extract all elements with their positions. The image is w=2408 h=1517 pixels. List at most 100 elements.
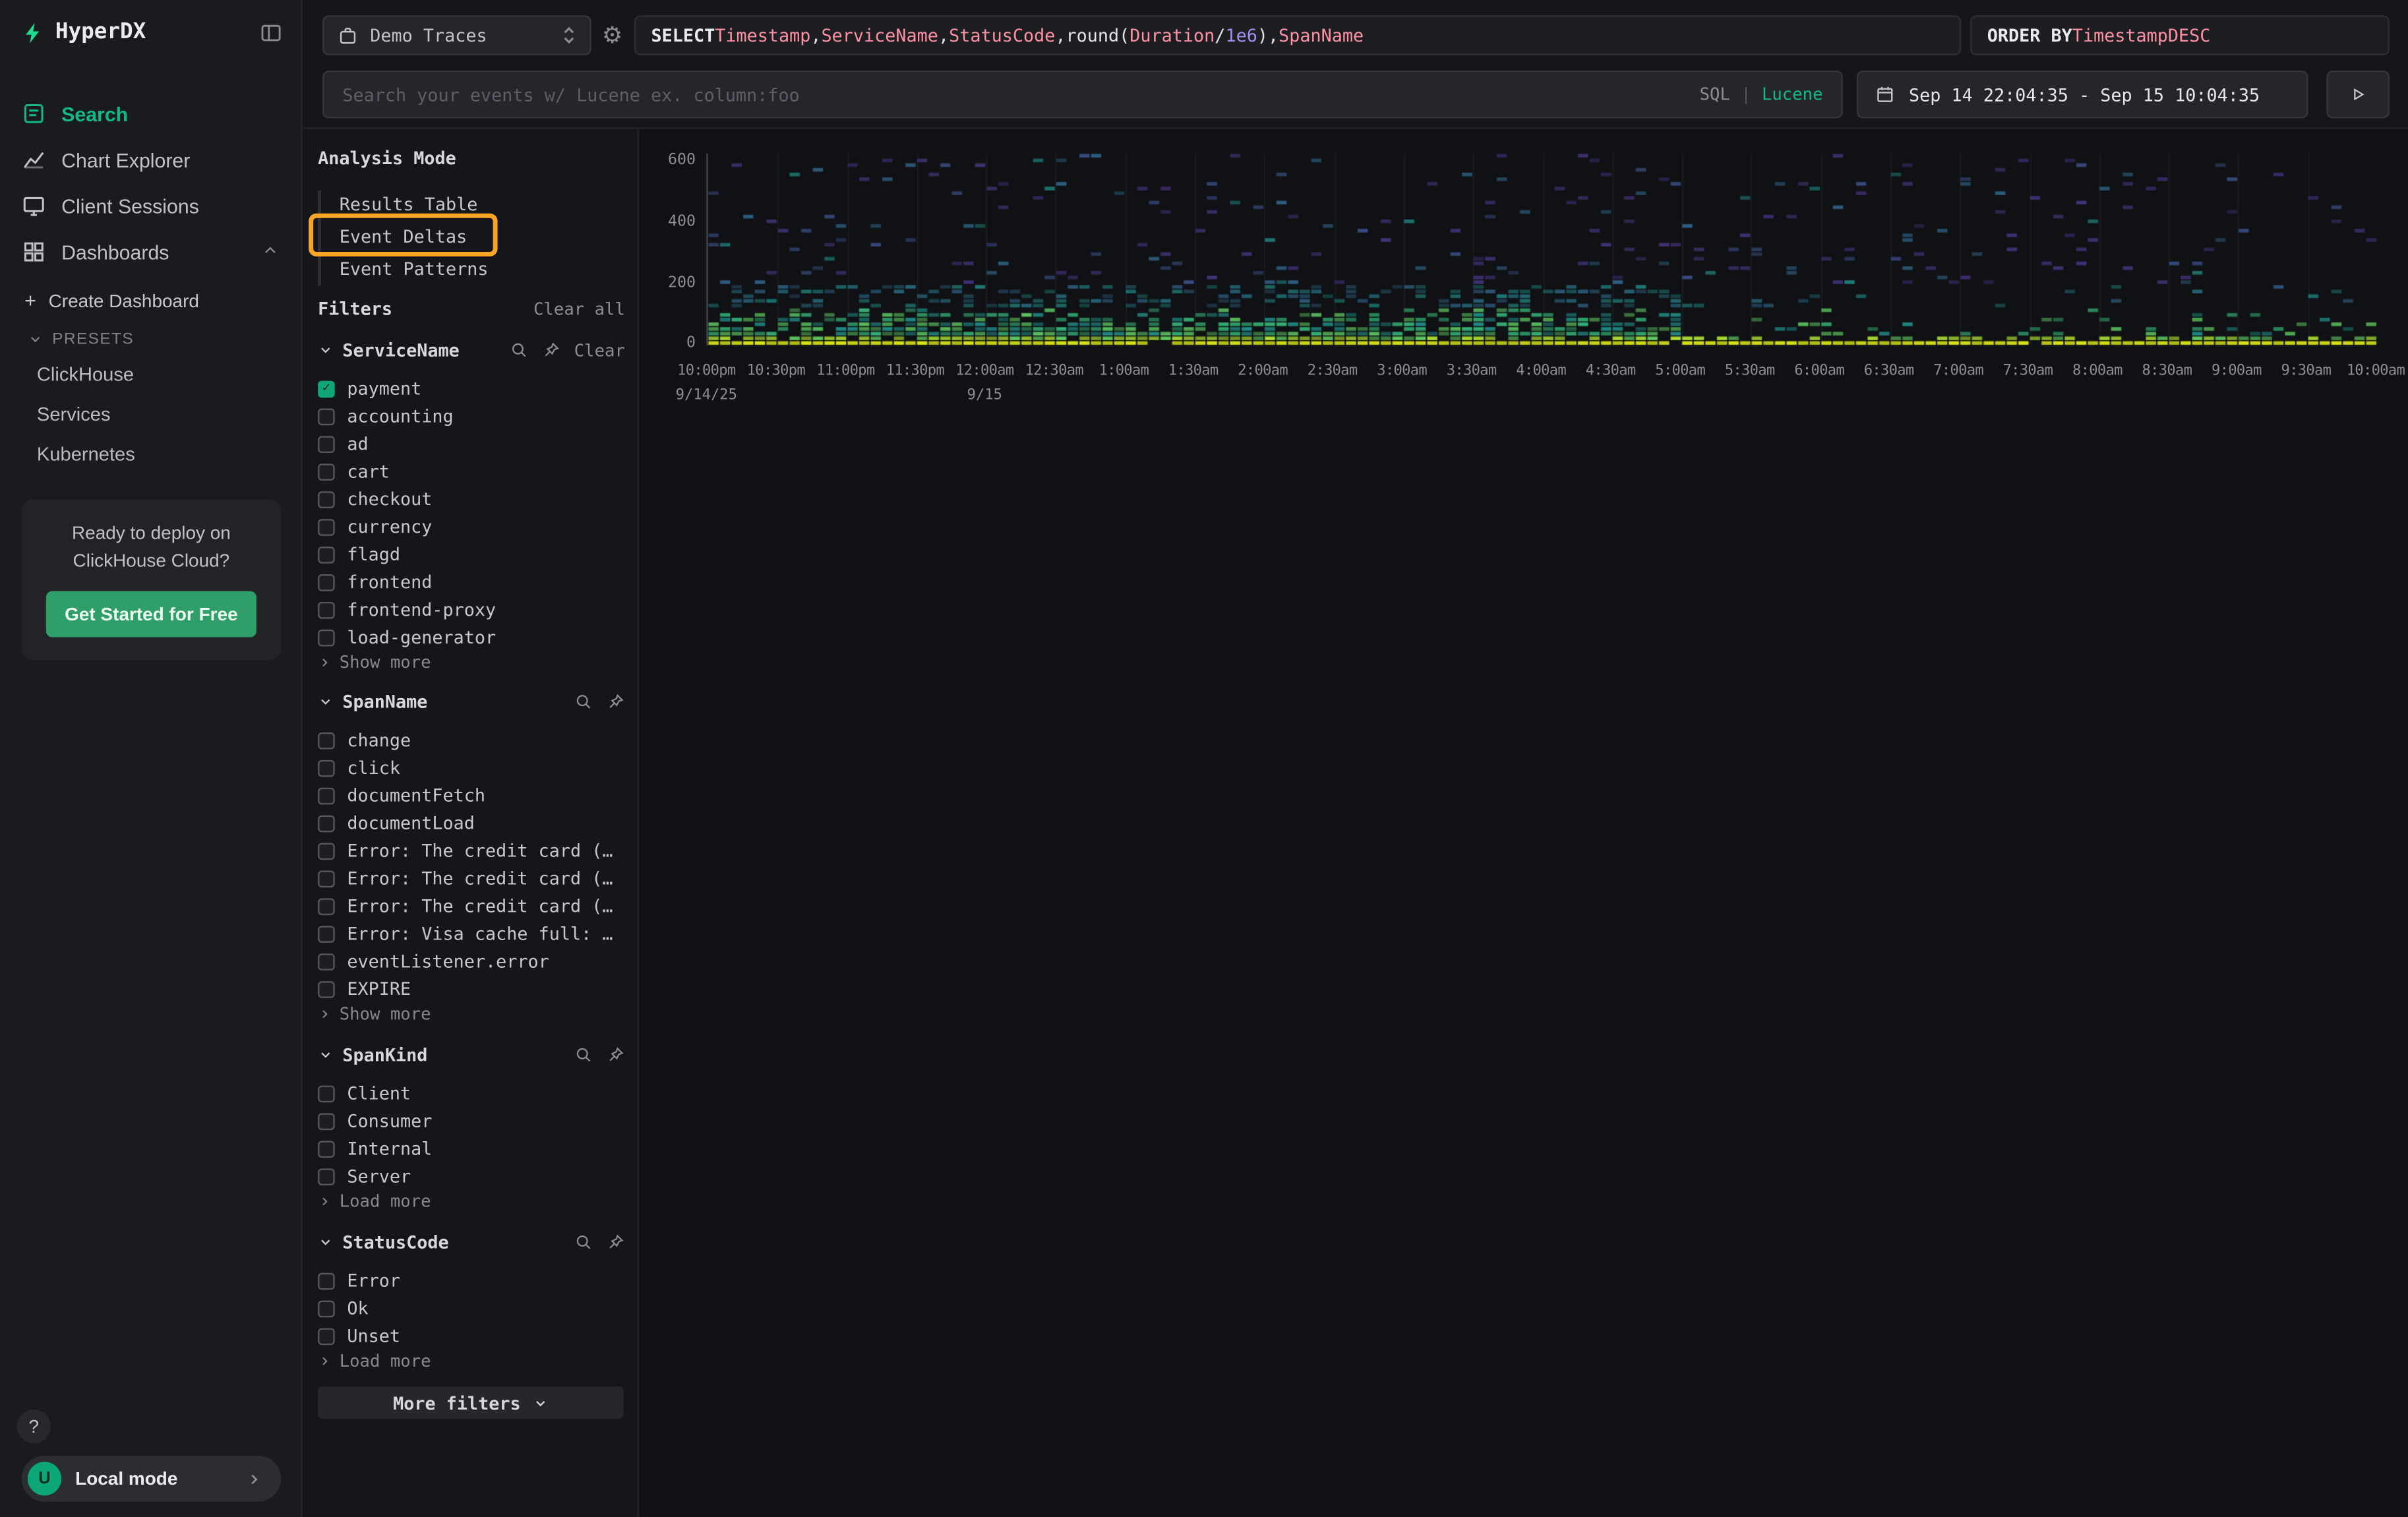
filter-section-spankind[interactable]: SpanKind [318,1044,625,1066]
source-select[interactable]: Demo Traces [322,15,591,55]
analysis-mode-event-deltas[interactable]: Event Deltas [324,220,624,252]
pin-icon[interactable] [542,341,560,359]
filter-option-server[interactable]: Server [318,1164,625,1188]
pin-icon[interactable] [607,692,625,711]
filter-option-expire[interactable]: EXPIRE [318,976,625,1001]
filter-option-click[interactable]: click [318,756,625,780]
checkbox[interactable] [318,407,335,425]
filter-option-documentload[interactable]: documentLoad [318,811,625,835]
clear-all-button[interactable]: Clear all [533,299,625,318]
checkbox[interactable] [318,897,335,914]
filter-option-error-the-credit-card[interactable]: Error: The credit card (… [318,893,625,918]
checkbox[interactable] [318,1085,335,1102]
load-more-button[interactable]: Load more [318,1191,431,1211]
sql-toggle[interactable]: SQL [1700,84,1730,104]
get-started-button[interactable]: Get Started for Free [46,591,256,638]
filter-option-payment[interactable]: ✓payment [318,376,625,401]
checkbox[interactable] [318,815,335,832]
presets-toggle[interactable]: PRESETS [0,321,301,355]
checked-checkbox[interactable]: ✓ [318,380,335,397]
show-more-button[interactable]: Show more [318,1004,431,1024]
checkbox[interactable] [318,574,335,591]
analysis-mode-results-table[interactable]: Results Table [324,187,624,220]
checkbox[interactable] [318,1272,335,1290]
checkbox[interactable] [318,518,335,535]
filter-section-servicename[interactable]: ServiceNameClear [318,340,625,361]
pin-icon[interactable] [607,1046,625,1064]
filter-option-documentfetch[interactable]: documentFetch [318,783,625,808]
create-dashboard-button[interactable]: +Create Dashboard [0,275,301,321]
gear-icon[interactable]: ⚙ [602,15,622,55]
more-filters-button[interactable]: More filters [318,1386,623,1419]
filter-option-ad[interactable]: ad [318,431,625,456]
filter-section-statuscode[interactable]: StatusCode [318,1232,625,1253]
search-icon[interactable] [574,692,593,711]
checkbox[interactable] [318,732,335,749]
filter-option-frontend[interactable]: frontend [318,570,625,594]
local-mode-pill[interactable]: U Local mode [22,1456,282,1502]
clear-filter-button[interactable]: Clear [574,340,625,360]
checkbox[interactable] [318,601,335,618]
checkbox[interactable] [318,953,335,970]
checkbox[interactable] [318,1327,335,1344]
checkbox[interactable] [318,1168,335,1185]
filter-option-currency[interactable]: currency [318,514,625,539]
sidebar-item-search[interactable]: Search [0,90,301,136]
sidebar-preset-kubernetes[interactable]: Kubernetes [0,434,301,475]
checkbox[interactable] [318,629,335,646]
sql-select-editor[interactable]: SELECT Timestamp, ServiceName, StatusCod… [634,15,1961,55]
checkbox[interactable] [318,1140,335,1157]
checkbox[interactable] [318,787,335,804]
latency-heatmap-canvas[interactable] [708,154,2378,345]
search-icon[interactable] [574,1046,593,1064]
filter-option-frontend-proxy[interactable]: frontend-proxy [318,597,625,622]
checkbox[interactable] [318,546,335,563]
filter-option-error-the-credit-card[interactable]: Error: The credit card (… [318,839,625,863]
filter-option-eventlistener-error[interactable]: eventListener.error [318,949,625,973]
sidebar-item-chart-explorer[interactable]: Chart Explorer [0,136,301,183]
checkbox[interactable] [318,925,335,942]
show-more-button[interactable]: Show more [318,653,431,672]
analysis-mode-event-patterns[interactable]: Event Patterns [324,252,624,284]
filter-option-error[interactable]: Error [318,1268,625,1293]
run-query-button[interactable] [2326,71,2389,118]
latency-heatmap-plot[interactable] [706,154,2377,345]
checkbox[interactable] [318,491,335,508]
lucene-toggle[interactable]: Lucene [1762,84,1823,104]
filter-option-internal[interactable]: Internal [318,1136,625,1160]
search-icon[interactable] [510,341,528,359]
filter-option-error-the-credit-card[interactable]: Error: The credit card (… [318,866,625,891]
filter-option-flagd[interactable]: flagd [318,542,625,566]
search-icon[interactable] [574,1233,593,1251]
filter-option-unset[interactable]: Unset [318,1324,625,1348]
filter-option-error-visa-cache-full[interactable]: Error: Visa cache full: … [318,921,625,945]
checkbox[interactable] [318,435,335,452]
load-more-button[interactable]: Load more [318,1352,431,1371]
order-by-editor[interactable]: ORDER BY Timestamp DESC [1970,15,2390,55]
filter-option-cart[interactable]: cart [318,459,625,483]
filter-option-load-generator[interactable]: load-generator [318,625,625,649]
search-input[interactable] [324,72,1589,117]
filter-option-client[interactable]: Client [318,1081,625,1106]
sidebar-item-dashboards[interactable]: Dashboards [0,229,301,275]
sidebar-preset-services[interactable]: Services [0,395,301,435]
help-button[interactable]: ? [17,1410,51,1443]
sidebar-item-client-sessions[interactable]: Client Sessions [0,183,301,229]
sidebar-preset-clickhouse[interactable]: ClickHouse [0,355,301,395]
checkbox[interactable] [318,870,335,887]
filter-option-ok[interactable]: Ok [318,1296,625,1321]
checkbox[interactable] [318,842,335,859]
checkbox[interactable] [318,980,335,997]
filter-option-consumer[interactable]: Consumer [318,1109,625,1133]
checkbox[interactable] [318,1299,335,1317]
collapse-sidebar-icon[interactable] [260,20,283,44]
filter-section-spanname[interactable]: SpanName [318,691,625,713]
pin-icon[interactable] [607,1233,625,1251]
checkbox[interactable] [318,463,335,480]
filter-option-change[interactable]: change [318,728,625,752]
date-range-picker[interactable]: Sep 14 22:04:35 - Sep 15 10:04:35 [1857,71,2308,118]
filter-option-accounting[interactable]: accounting [318,404,625,429]
checkbox[interactable] [318,759,335,777]
filter-option-checkout[interactable]: checkout [318,487,625,511]
checkbox[interactable] [318,1112,335,1129]
